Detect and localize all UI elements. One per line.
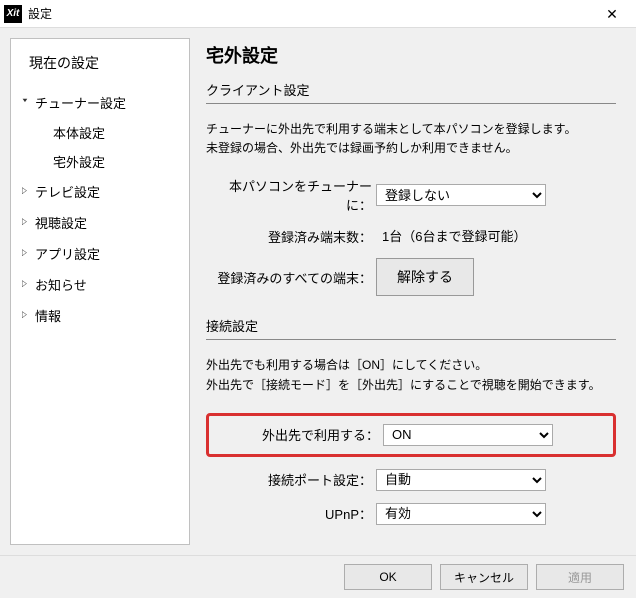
- release-button[interactable]: 解除する: [376, 258, 474, 296]
- upnp-row: UPnP： 有効: [206, 503, 616, 525]
- window-title: 設定: [28, 5, 52, 22]
- sidebar-item-app[interactable]: アプリ設定: [21, 238, 179, 269]
- cancel-button[interactable]: キャンセル: [440, 564, 528, 590]
- sidebar-sub-remote[interactable]: 宅外設定: [21, 147, 179, 176]
- client-desc-line2: 未登録の場合、外出先では録画予約しか利用できません。: [206, 141, 518, 155]
- client-description: チューナーに外出先で利用する端末として本パソコンを登録します。 未登録の場合、外…: [206, 120, 616, 158]
- sidebar-item-viewing[interactable]: 視聴設定: [21, 207, 179, 238]
- upnp-select[interactable]: 有効: [376, 503, 546, 525]
- ok-button[interactable]: OK: [344, 564, 432, 590]
- main-panel: 宅外設定 クライアント設定 チューナーに外出先で利用する端末として本パソコンを登…: [202, 38, 626, 545]
- client-desc-line1: チューナーに外出先で利用する端末として本パソコンを登録します。: [206, 122, 576, 136]
- release-all-label: 登録済みのすべての端末：: [206, 268, 376, 287]
- register-row: 本パソコンをチューナーに： 登録しない: [206, 176, 616, 214]
- highlight-box: 外出先で利用する： ON: [206, 413, 616, 457]
- app-icon: Xit: [4, 5, 22, 23]
- sidebar-item-info[interactable]: 情報: [21, 300, 179, 331]
- connection-desc-line2: 外出先で［接続モード］を［外出先］にすることで視聴を開始できます。: [206, 378, 601, 392]
- sidebar: 現在の設定 チューナー設定 本体設定 宅外設定 テレビ設定 視聴設定 アプリ設定…: [10, 38, 190, 545]
- register-select[interactable]: 登録しない: [376, 184, 546, 206]
- titlebar: Xit 設定 ✕: [0, 0, 636, 28]
- port-row: 接続ポート設定： 自動: [206, 469, 616, 491]
- connection-desc-line1: 外出先でも利用する場合は［ON］にしてください。: [206, 358, 487, 372]
- port-select[interactable]: 自動: [376, 469, 546, 491]
- sidebar-sub-body[interactable]: 本体設定: [21, 118, 179, 147]
- register-label: 本パソコンをチューナーに：: [206, 176, 376, 214]
- sidebar-item-tv[interactable]: テレビ設定: [21, 176, 179, 207]
- sidebar-item-notice[interactable]: お知らせ: [21, 269, 179, 300]
- footer: OK キャンセル 適用: [0, 555, 636, 598]
- release-row: 登録済みのすべての端末： 解除する: [206, 258, 616, 296]
- connection-section-heading: 接続設定: [206, 316, 616, 340]
- sidebar-heading: 現在の設定: [21, 53, 179, 73]
- registered-count-label: 登録済み端末数：: [206, 227, 376, 246]
- apply-button[interactable]: 適用: [536, 564, 624, 590]
- client-section-heading: クライアント設定: [206, 80, 616, 104]
- close-icon[interactable]: ✕: [592, 0, 632, 28]
- page-title: 宅外設定: [206, 42, 616, 68]
- use-remote-label: 外出先で利用する：: [213, 425, 383, 444]
- port-label: 接続ポート設定：: [206, 470, 376, 489]
- titlebar-left: Xit 設定: [4, 5, 52, 23]
- connection-description: 外出先でも利用する場合は［ON］にしてください。 外出先で［接続モード］を［外出…: [206, 356, 616, 394]
- upnp-label: UPnP：: [206, 504, 376, 523]
- content: 現在の設定 チューナー設定 本体設定 宅外設定 テレビ設定 視聴設定 アプリ設定…: [0, 28, 636, 555]
- use-remote-row: 外出先で利用する： ON: [213, 424, 609, 446]
- use-remote-select[interactable]: ON: [383, 424, 553, 446]
- sidebar-item-tuner[interactable]: チューナー設定: [21, 87, 179, 118]
- registered-count-row: 登録済み端末数： 1台（6台まで登録可能）: [206, 226, 616, 246]
- registered-count-value: 1台（6台まで登録可能）: [376, 229, 526, 244]
